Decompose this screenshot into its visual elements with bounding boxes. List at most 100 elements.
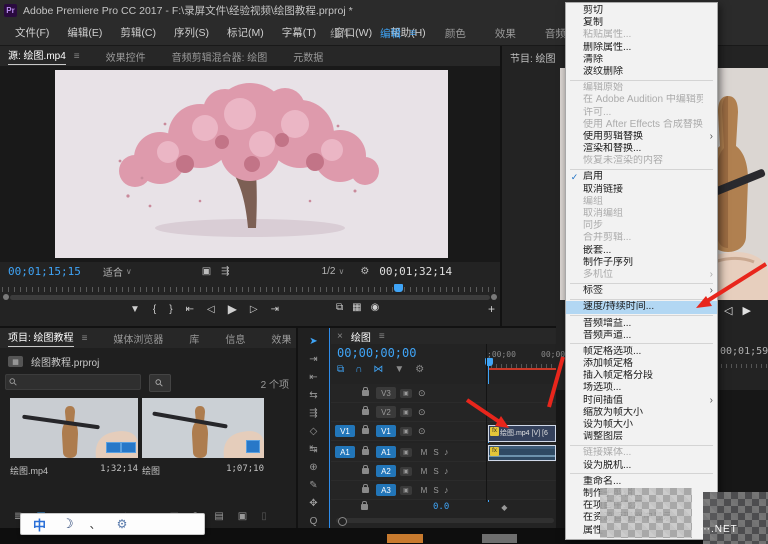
step-back-button[interactable]: ◁ — [207, 304, 215, 315]
timeline-playhead-timecode[interactable]: 00;00;00;00 — [337, 346, 416, 360]
context-menu-item[interactable]: 粘贴属性... — [566, 29, 717, 41]
playback-resolution-select[interactable]: 1/2 — [322, 266, 336, 277]
context-menu-item[interactable]: 取消链接 — [566, 184, 717, 196]
track-target-V3[interactable]: V3 — [376, 387, 396, 399]
rate-stretch-tool[interactable]: ⇶ — [309, 408, 317, 419]
context-menu-item[interactable]: 使用剪辑替换› — [566, 131, 717, 143]
play-button[interactable]: ▶ — [742, 304, 750, 317]
project-file-row[interactable]: ▦ 绘图教程.prproj — [8, 354, 99, 369]
context-menu-item[interactable]: 剪切 — [566, 5, 717, 17]
context-menu-item[interactable]: 取消编组 — [566, 208, 717, 220]
context-menu-item[interactable]: 使用 After Effects 合成替换 — [566, 119, 717, 131]
tab-overflow-chevrons[interactable]: » — [285, 333, 291, 344]
menubar-item[interactable]: 文件(F) — [6, 25, 58, 40]
context-menu-item[interactable]: 添加帧定格 — [566, 358, 717, 370]
sync-lock-icon[interactable]: ▣ — [400, 427, 412, 436]
search-bin-button[interactable]: ⚲ — [149, 374, 171, 392]
program-time-ruler[interactable] — [716, 360, 768, 368]
mute-button[interactable]: M — [418, 448, 430, 457]
context-menu-item[interactable]: 同步 — [566, 220, 717, 232]
source-patch-A1[interactable]: A1 — [335, 446, 355, 458]
panel-tab[interactable]: 媒体浏览器 — [113, 331, 163, 346]
timeline-hscrollbar[interactable] — [336, 518, 554, 523]
voiceover-mic-icon[interactable]: ♪ — [444, 447, 449, 457]
context-menu-item[interactable]: 重命名... — [566, 476, 717, 488]
selection-tool[interactable]: ➤ — [309, 336, 317, 347]
timeline-video-clip[interactable]: fx 绘图.mp4 [V] [6 — [488, 425, 556, 442]
play-button[interactable]: ▶ — [228, 302, 237, 316]
context-menu-item[interactable]: 清除 — [566, 54, 717, 66]
project-clip-card[interactable]: 绘图 1;07;10 — [142, 398, 264, 477]
eye-icon[interactable]: ⊙ — [418, 388, 426, 399]
panel-tab[interactable]: 项目: 绘图教程 — [8, 329, 74, 347]
mute-button[interactable]: M — [418, 467, 430, 476]
lock-icon[interactable] — [362, 409, 369, 415]
timeline-ruler[interactable] — [486, 360, 556, 368]
lock-icon[interactable] — [362, 390, 369, 396]
context-menu-item[interactable]: 制作子序列 — [566, 257, 717, 269]
source-zoom-select[interactable]: 适合 — [103, 264, 123, 279]
lock-icon[interactable] — [361, 504, 368, 510]
timeline-hscroll-knob[interactable] — [338, 517, 347, 526]
track-target-A3[interactable]: A3 — [376, 484, 396, 496]
source-patch-V1[interactable]: V1 — [335, 425, 355, 437]
context-menu-item[interactable]: 波纹删除 — [566, 66, 717, 78]
context-menu-item[interactable]: 调整图层 — [566, 431, 717, 443]
voiceover-mic-icon[interactable]: ♪ — [444, 485, 449, 495]
timeline-tab[interactable]: 绘图 — [351, 329, 371, 344]
lock-icon[interactable] — [362, 468, 369, 474]
menubar-item[interactable]: 编辑(E) — [58, 25, 111, 40]
source-patch-A2[interactable] — [335, 465, 355, 477]
mark-in-button[interactable]: { — [153, 304, 156, 315]
zoom-handle-right[interactable] — [491, 294, 497, 300]
menubar-item[interactable]: 剪辑(C) — [111, 25, 165, 40]
voiceover-mic-icon[interactable]: ♪ — [444, 466, 449, 476]
trash-icon[interactable]: ▯ — [261, 511, 267, 522]
source-playhead[interactable] — [394, 284, 403, 292]
context-menu-item[interactable]: 复制 — [566, 17, 717, 29]
ripple-edit-tool[interactable]: ⇤ — [309, 372, 317, 383]
eye-icon[interactable]: ⊙ — [418, 407, 426, 418]
go-to-out-button[interactable]: ⇥ — [271, 304, 279, 315]
context-menu-item[interactable]: 在 Adobe Audition 中编辑剪辑 — [566, 94, 717, 106]
eye-icon[interactable]: ⊙ — [418, 426, 426, 437]
clip-name[interactable]: 绘图.mp4 — [10, 464, 48, 477]
context-menu-item[interactable]: 编组 — [566, 196, 717, 208]
hand-tool[interactable]: ✥ — [309, 498, 317, 509]
context-menu-item[interactable]: 设为帧大小 — [566, 419, 717, 431]
snap-magnet-icon[interactable]: ∩ — [355, 364, 362, 375]
menubar-item[interactable]: 序列(S) — [165, 25, 218, 40]
menubar-item[interactable]: 标记(M) — [218, 25, 273, 40]
go-to-in-button[interactable]: ⇤ — [186, 304, 194, 315]
panel-tab[interactable]: 库 — [189, 331, 199, 346]
context-menu-item[interactable]: 插入帧定格分段 — [566, 370, 717, 382]
context-menu-item[interactable]: 嵌套... — [566, 245, 717, 257]
button-editor-icon[interactable]: + — [488, 302, 495, 316]
context-menu-item[interactable]: 多机位› — [566, 269, 717, 281]
source-scrollbar[interactable] — [10, 295, 490, 300]
context-menu-item[interactable]: 编辑原始 — [566, 82, 717, 94]
ime-punctuation-icon[interactable]: 、 — [90, 516, 101, 532]
export-frame-button[interactable]: ◉ — [371, 302, 380, 313]
add-marker-icon[interactable]: ▼ — [394, 364, 404, 375]
panel-tab[interactable]: 元数据 — [293, 49, 323, 64]
nest-toggle-icon[interactable]: ⧉ — [337, 364, 344, 375]
slip-tool[interactable]: ↹ — [309, 444, 317, 455]
program-monitor-tab[interactable]: 节目: 绘图 — [510, 50, 556, 65]
track-target-V1[interactable]: V1 — [376, 425, 396, 437]
rolling-edit-tool[interactable]: ⇆ — [309, 390, 317, 401]
menubar-item[interactable]: 字幕(T) — [273, 25, 325, 40]
panel-menu-icon[interactable]: ≡ — [74, 51, 80, 62]
new-item-icon[interactable]: ▣ — [238, 511, 247, 522]
master-level-value[interactable]: 0.0 — [433, 502, 449, 512]
source-patch-V3[interactable] — [335, 387, 355, 399]
context-menu-item[interactable]: 设为脱机... — [566, 460, 717, 472]
source-patch-V2[interactable] — [335, 406, 355, 418]
context-menu-item[interactable]: 时间插值› — [566, 395, 717, 407]
step-forward-button[interactable]: ▷ — [250, 304, 258, 315]
context-menu-item[interactable]: 音频声道... — [566, 330, 717, 342]
context-menu-item[interactable]: 合并剪辑... — [566, 232, 717, 244]
razor-tool[interactable]: ◇ — [310, 426, 318, 437]
panel-tab[interactable]: 信息 — [225, 331, 245, 346]
clip-name[interactable]: 绘图 — [142, 464, 160, 477]
